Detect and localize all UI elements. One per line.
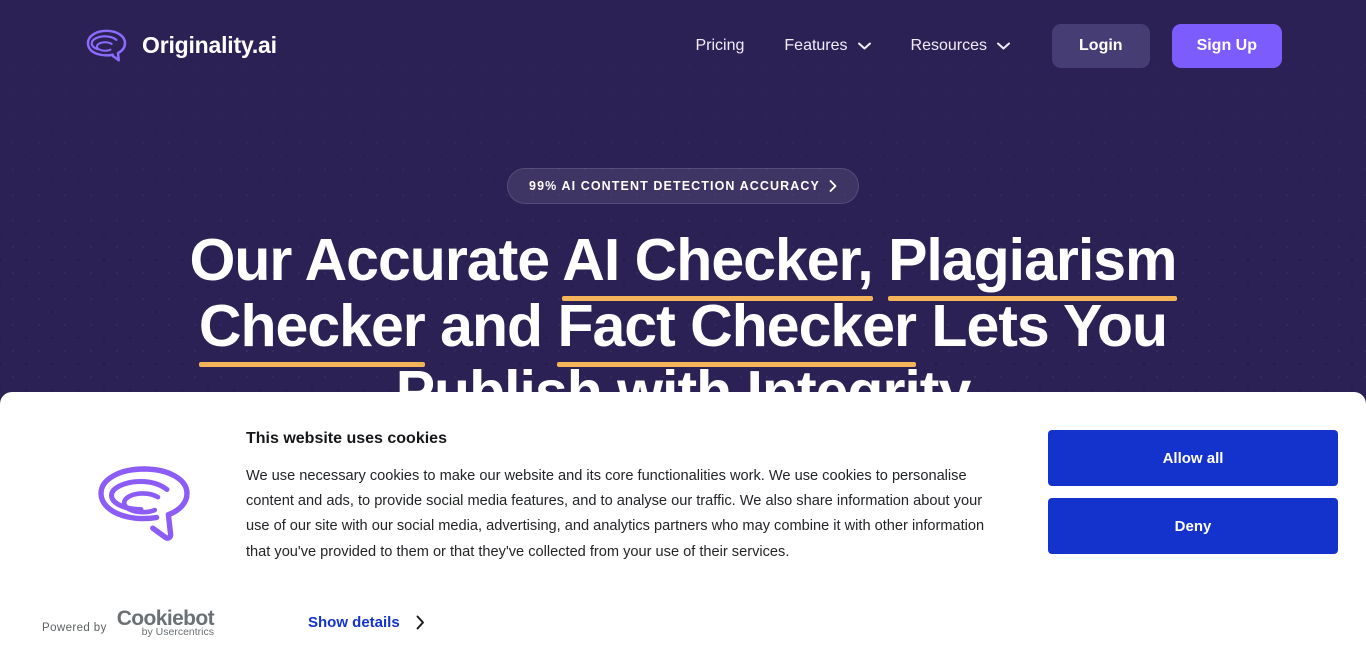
chevron-down-icon xyxy=(857,42,871,50)
nav-item-label: Pricing xyxy=(695,36,745,54)
login-button[interactable]: Login xyxy=(1052,23,1150,68)
headline-highlight-checker: Checker xyxy=(198,293,426,360)
deny-button[interactable]: Deny xyxy=(1048,498,1338,554)
headline-text-plain: and xyxy=(424,293,558,360)
headline-text-plain: Our Accurate xyxy=(189,227,563,293)
nav-item-label: Features xyxy=(784,36,848,54)
chevron-down-icon xyxy=(997,42,1011,50)
signup-button[interactable]: Sign Up xyxy=(1171,23,1282,68)
cookie-banner-footer: Powered by Cookiebot by Usercentrics Sho… xyxy=(42,608,425,638)
cookiebot-logo: Cookiebot by Usercentrics xyxy=(117,608,215,638)
cookie-banner-description: We use necessary cookies to make our web… xyxy=(246,468,985,560)
brain-spiral-icon xyxy=(84,27,128,65)
accuracy-badge[interactable]: 99% AI CONTENT DETECTION ACCURACY xyxy=(507,168,859,204)
show-details-label: Show details xyxy=(308,613,400,631)
nav-item-resources[interactable]: Resources xyxy=(891,27,1030,65)
nav-item-features[interactable]: Features xyxy=(764,27,890,65)
nav-item-label: Resources xyxy=(910,36,988,54)
powered-by-cookiebot[interactable]: Powered by Cookiebot by Usercentrics xyxy=(42,608,246,638)
brand-name: Originality.ai xyxy=(142,32,277,58)
headline-highlight-plagiarism: Plagiarism xyxy=(888,227,1177,293)
main-navigation: Pricing Features Resources Login Sign Up xyxy=(675,23,1282,68)
nav-item-pricing[interactable]: Pricing xyxy=(675,27,764,65)
brand-logo[interactable]: Originality.ai xyxy=(84,27,277,65)
cookie-actions-container: Allow all Deny xyxy=(1048,418,1338,655)
site-header: Originality.ai Pricing Features Resource… xyxy=(0,0,1366,91)
chevron-right-icon xyxy=(416,615,425,630)
hero-section: 99% AI CONTENT DETECTION ACCURACY Our Ac… xyxy=(0,91,1366,425)
headline-highlight-ai-checker: AI Checker, xyxy=(562,227,873,293)
chevron-right-icon xyxy=(829,180,837,192)
cookie-banner-title: This website uses cookies xyxy=(246,430,447,447)
show-details-link[interactable]: Show details xyxy=(308,614,425,631)
powered-by-label: Powered by xyxy=(42,622,107,634)
headline-text-plain: Lets You xyxy=(916,293,1168,360)
brain-spiral-icon xyxy=(92,460,196,556)
allow-all-button[interactable]: Allow all xyxy=(1048,430,1338,486)
accuracy-badge-label: 99% AI CONTENT DETECTION ACCURACY xyxy=(529,179,820,193)
headline-highlight-fact-checker: Fact Checker xyxy=(557,293,917,360)
